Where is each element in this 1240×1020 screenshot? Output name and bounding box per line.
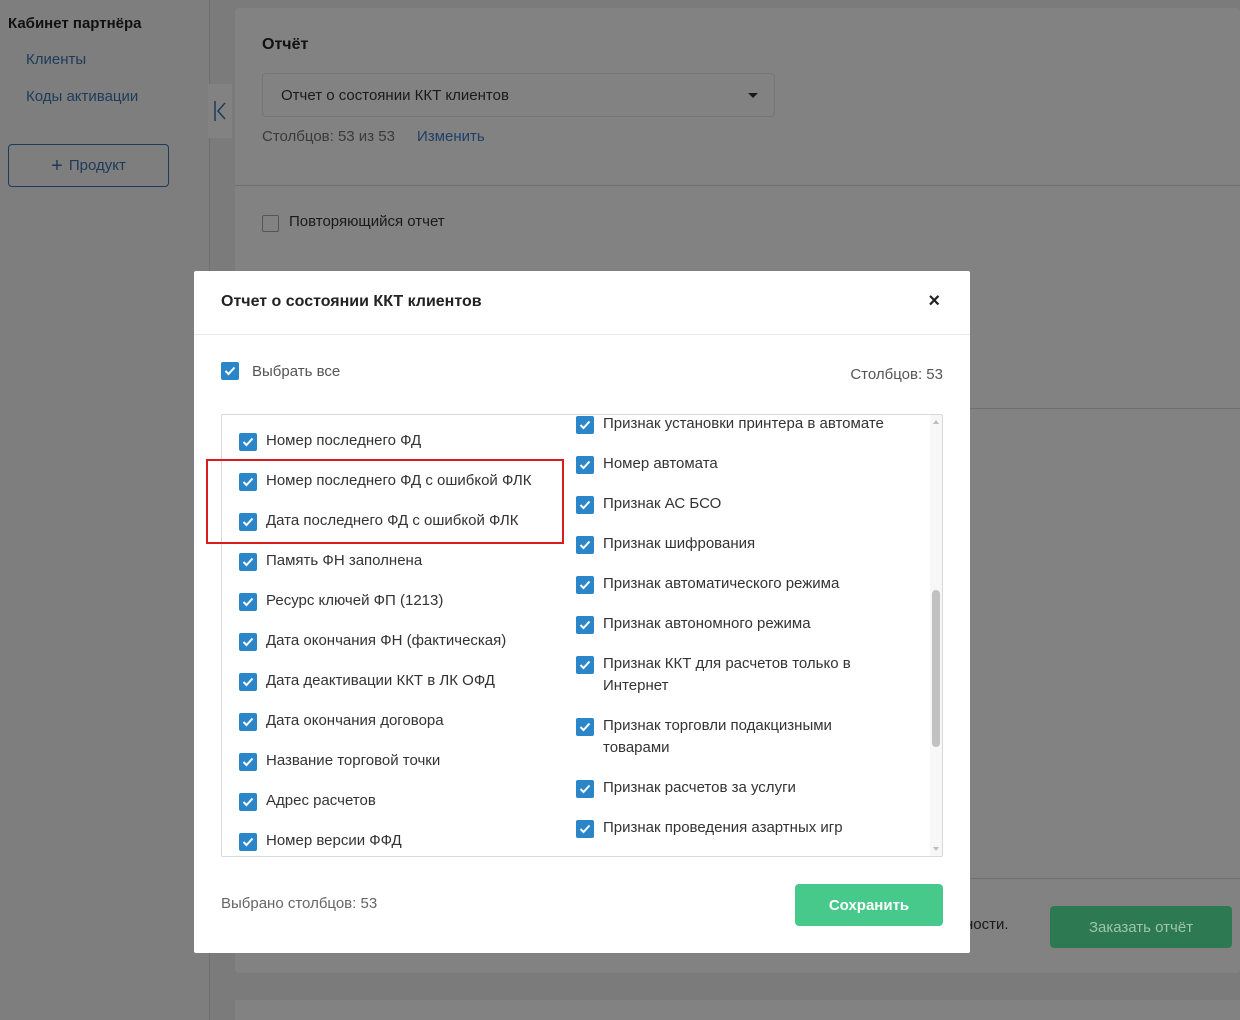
column-checkbox[interactable] [576,718,594,736]
column-option-left[interactable]: Память ФН заполнена [239,552,569,572]
column-option-label: Признак АС БСО [603,495,722,512]
column-checkbox[interactable] [576,656,594,674]
column-option-label: Дата окончания договора [266,712,444,729]
column-checkbox[interactable] [239,633,257,651]
column-option-label: Память ФН заполнена [266,552,423,569]
column-checkbox[interactable] [239,713,257,731]
column-option-left[interactable]: Дата окончания ФН (фактическая) [239,632,569,652]
column-option-label: Признак автономного режима [603,615,811,632]
column-option-left[interactable]: Адрес расчетов [239,792,569,812]
close-icon[interactable]: × [928,291,940,311]
column-option-label: Номер последнего ФД [266,432,422,449]
change-columns-link[interactable]: Изменить [417,128,485,145]
collapse-left-icon [214,101,226,121]
caret-down-icon [748,93,758,98]
column-checkbox[interactable] [239,753,257,771]
column-option-right[interactable]: Признак автономного режима [576,615,886,635]
column-option-left[interactable]: Название торговой точки [239,752,569,772]
column-checkbox[interactable] [576,576,594,594]
column-option-right[interactable]: Признак ККТ для расчетов только в Интерн… [576,655,886,697]
scroll-up-icon[interactable] [933,420,939,424]
column-option-left[interactable]: Номер последнего ФД [239,432,569,452]
column-checkbox[interactable] [576,820,594,838]
column-option-left[interactable]: Дата деактивации ККТ в ЛК ОФД [239,672,569,692]
column-option-right[interactable]: Признак установки принтера в автомате [576,415,886,435]
scroll-down-icon[interactable] [933,847,939,851]
order-report-button[interactable]: Заказать отчёт [1050,906,1232,948]
report-type-select[interactable]: Отчет о состоянии ККТ клиентов [262,73,775,117]
columns-info: Столбцов: 53 из 53 [262,128,395,145]
columns-modal: Отчет о состоянии ККТ клиентов × Выбрать… [194,271,970,953]
column-option-label: Признак расчетов за услуги [603,779,796,796]
collapse-sidebar-button[interactable] [208,84,232,138]
add-product-button[interactable]: + Продукт [8,144,169,187]
partial-text: ности. [965,916,1009,933]
column-option-right[interactable]: Признак автоматического режима [576,575,886,595]
modal-header: Отчет о состоянии ККТ клиентов × [194,271,970,335]
card-divider [235,185,1240,186]
column-checkbox[interactable] [576,496,594,514]
column-checkbox[interactable] [239,673,257,691]
column-checkbox[interactable] [576,780,594,798]
column-option-label: Дата деактивации ККТ в ЛК ОФД [266,672,495,689]
column-option-label: Название торговой точки [266,752,441,769]
column-checkbox[interactable] [576,616,594,634]
column-option-left[interactable]: Номер версии ФФД [239,832,569,852]
column-checkbox[interactable] [576,416,594,434]
highlight-box [206,459,564,544]
column-option-label: Признак шифрования [603,535,756,552]
scrollbar[interactable] [930,415,942,856]
column-option-label: Дата окончания ФН (фактическая) [266,632,507,649]
column-checkbox[interactable] [239,593,257,611]
column-option-right[interactable]: Признак шифрования [576,535,886,555]
column-checkbox[interactable] [239,553,257,571]
column-checkbox[interactable] [239,833,257,851]
column-option-right[interactable]: Признак торговли подакцизными товарами [576,717,886,759]
select-all-row[interactable]: Выбрать все [221,362,340,380]
column-option-left[interactable]: Ресурс ключей ФП (1213) [239,592,569,612]
column-option-label: Номер версии ФФД [266,832,402,849]
report-label: Отчёт [262,36,309,53]
column-checkbox[interactable] [239,433,257,451]
column-option-label: Признак установки принтера в автомате [603,415,884,432]
repeat-report-label: Повторяющийся отчет [289,213,445,230]
column-option-label: Признак автоматического режима [603,575,840,592]
column-checkbox[interactable] [576,456,594,474]
column-option-right[interactable]: Номер автомата [576,455,886,475]
sidebar-item-activation-codes[interactable]: Коды активации [26,88,138,105]
sidebar-title: Кабинет партнёра [8,15,142,32]
report-type-value: Отчет о состоянии ККТ клиентов [281,86,509,104]
columns-count: Столбцов: 53 [850,366,943,383]
column-option-label: Признак торговли подакцизными товарами [603,717,832,756]
save-button[interactable]: Сохранить [795,884,943,926]
column-option-right[interactable]: Признак АС БСО [576,495,886,515]
scrollbar-thumb[interactable] [932,590,940,747]
select-all-checkbox[interactable] [221,362,239,380]
plus-icon: + [51,154,63,177]
column-option-label: Адрес расчетов [266,792,376,809]
column-option-left[interactable]: Дата окончания договора [239,712,569,732]
selected-columns-count: Выбрано столбцов: 53 [221,895,378,912]
column-option-label: Признак проведения азартных игр [603,819,843,836]
column-option-label: Признак ККТ для расчетов только в Интерн… [603,655,851,694]
next-card [235,1000,1240,1020]
column-option-right[interactable]: Признак проведения азартных игр [576,819,886,839]
repeat-report-checkbox[interactable] [262,215,279,232]
column-checkbox[interactable] [239,793,257,811]
add-product-label: Продукт [68,157,126,174]
column-checkbox[interactable] [576,536,594,554]
modal-title: Отчет о состоянии ККТ клиентов [221,293,482,310]
column-option-right[interactable]: Признак расчетов за услуги [576,779,886,799]
select-all-label: Выбрать все [252,362,341,380]
sidebar-item-clients[interactable]: Клиенты [26,51,86,68]
column-option-label: Номер автомата [603,455,718,472]
column-option-label: Ресурс ключей ФП (1213) [266,592,444,609]
